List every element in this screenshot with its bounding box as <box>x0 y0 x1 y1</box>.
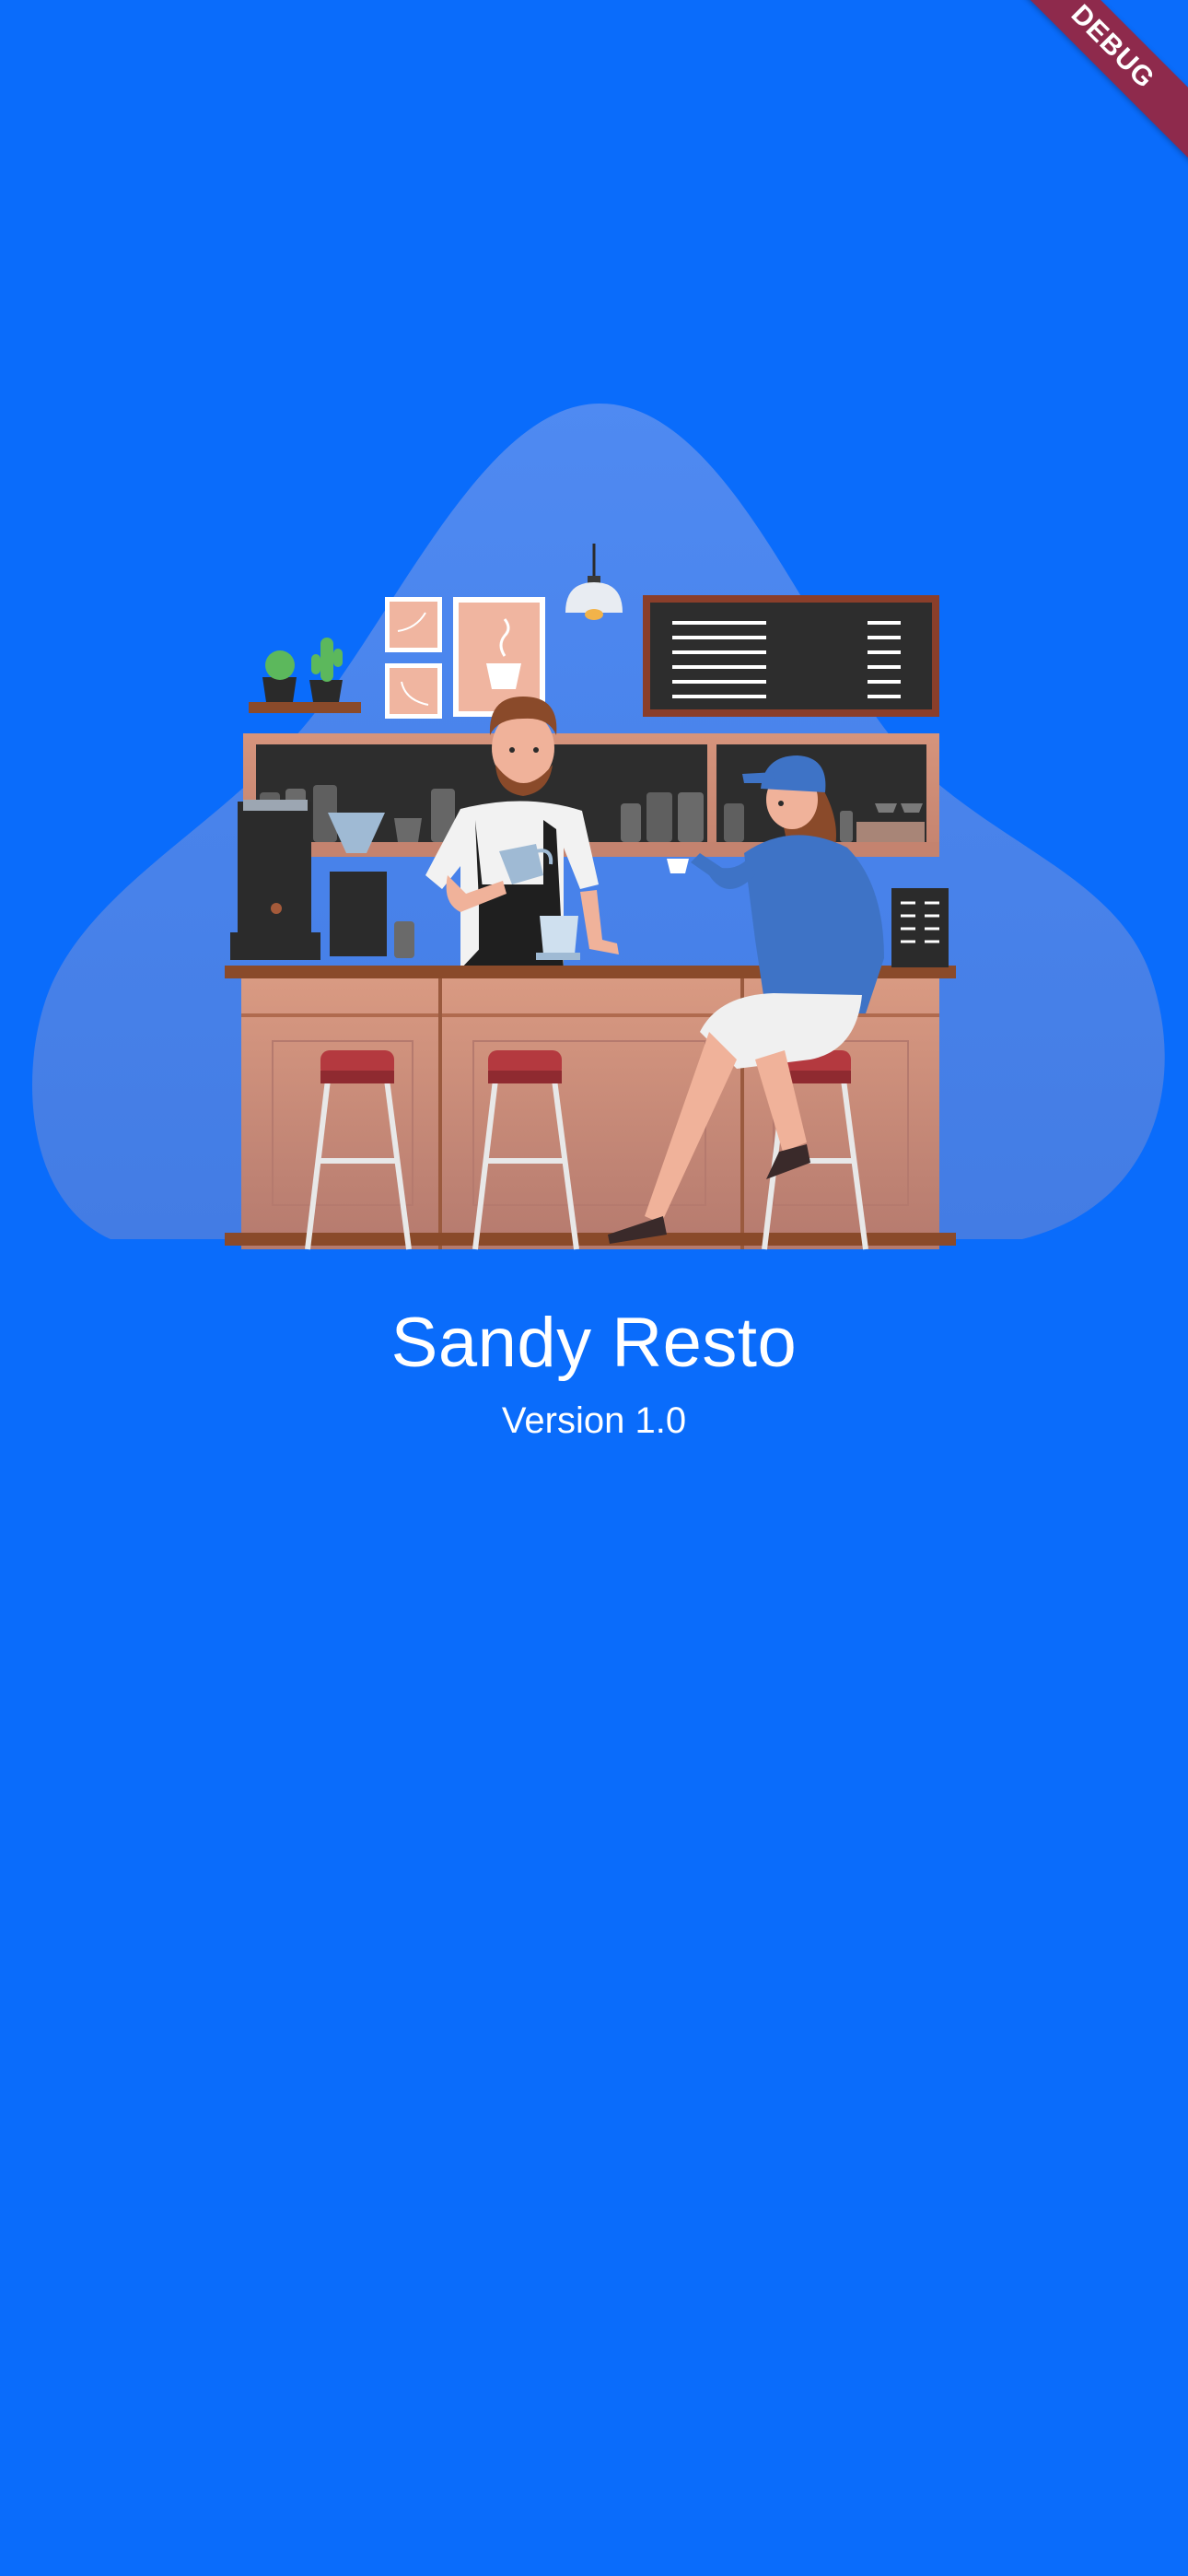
app-version: Version 1.0 <box>501 1400 687 1441</box>
debug-banner: DEBUG <box>964 0 1188 195</box>
cafe-barista-illustration <box>32 403 1165 1250</box>
splash-screen: Sandy Resto Version 1.0 DEBUG <box>0 0 1188 2576</box>
menu-stand <box>891 888 949 967</box>
app-title: Sandy Resto <box>390 1304 798 1382</box>
menu-board <box>643 595 939 717</box>
